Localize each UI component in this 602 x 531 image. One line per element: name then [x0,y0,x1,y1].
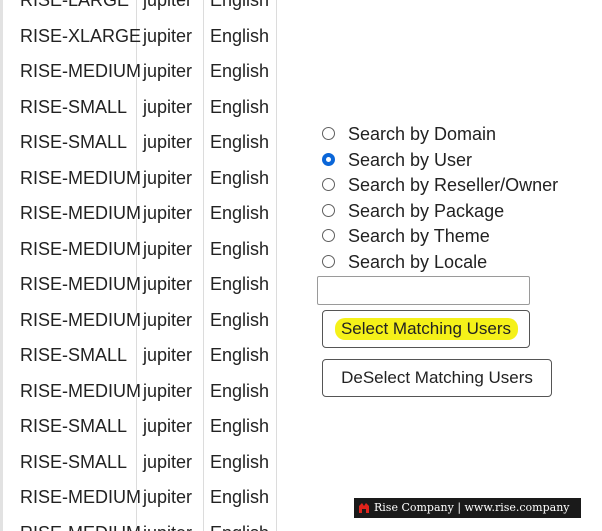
table-row: RISE-SMALL jupiter English [3,125,277,161]
select-matching-users-button[interactable]: Select Matching Users [322,310,530,348]
search-option[interactable]: Search by Package [322,199,582,225]
watermark: Rise Company | www.rise.company [354,498,581,518]
theme-cell: jupiter [143,96,193,117]
radio-button[interactable] [322,203,335,217]
table-row: RISE-MEDIUMjupiter English [3,480,277,516]
table-row: RISE-MEDIUMjupiter English [3,54,277,90]
search-input[interactable] [317,276,530,305]
theme-cell: jupiter [143,487,193,507]
package-cell: RISE-MEDIUM [20,167,141,188]
locale-cell: English [210,416,270,436]
deselect-matching-users-button[interactable]: DeSelect Matching Users [322,359,552,397]
theme-cell: jupiter [143,516,192,531]
package-cell: RISE-MEDIUM [20,380,141,401]
package-cell: RISE-MEDIUM [20,203,141,223]
radio-button[interactable] [322,127,335,140]
locale-cell: English [210,380,270,401]
table-row: RISE-MEDIUMjupiter English [3,196,277,232]
table-row: RISE-SMALL jupiter English [3,409,277,445]
package-cell: RISE-MEDIUM [20,274,141,294]
locale-cell: English [210,203,270,223]
theme-cell: jupiter [143,238,193,259]
locale-cell: English [210,167,270,188]
locale-cell: English [210,487,270,507]
theme-cell: jupiter [143,309,193,330]
table-row: RISE-MEDIUMjupiter English [3,232,277,268]
locale-cell: English [210,132,270,152]
locale-cell: English [210,274,270,294]
package-cell: RISE-MEDIUM [20,309,141,330]
theme-cell: jupiter [143,167,193,188]
search-options: Search by Domain Search by User Search by … [322,122,582,275]
theme-cell: jupiter [143,345,193,365]
package-cell: RISE-SMALL [20,132,128,152]
table-row: RISE-SMALL jupiter English [3,445,277,481]
radio-button[interactable] [322,254,335,268]
theme-cell: jupiter [143,451,193,472]
theme-cell: jupiter [143,25,193,46]
package-cell: RISE-LARGE [20,0,130,10]
search-option-label: Search by User [348,149,473,170]
page: RISE-LARGE jupiter English RISE-XLARGE jupit… [0,0,602,531]
package-cell: RISE-SMALL [20,416,128,436]
locale-cell: English [210,238,270,259]
package-cell: RISE-MEDIUM [20,61,141,81]
search-option-label: Search by Theme [348,226,490,246]
theme-cell: jupiter [143,274,193,294]
package-cell: RISE-SMALL [20,345,128,365]
theme-cell: jupiter [143,132,193,152]
table-row: RISE-XLARGE jupiter English [3,19,277,55]
radio-button[interactable] [322,229,335,242]
search-option[interactable]: Search by User [322,148,582,174]
table-row: RISE-SMALL jupiter English [3,90,277,126]
users-table: RISE-LARGE jupiter English RISE-XLARGE jupit… [0,0,277,531]
locale-cell: English [210,309,270,330]
search-option[interactable]: Search by Locale [322,250,582,276]
search-option-label: Search by Package [348,200,505,221]
table-row: RISE-LARGE jupiter English [3,0,277,19]
search-form: Search by Domain Search by User Search by … [322,122,582,275]
package-cell: RISE-MEDIUM [20,516,141,531]
package-cell: RISE-SMALL [20,451,128,472]
table-row: RISE-MEDIUMjupiter English [3,161,277,197]
locale-cell: English [210,96,270,117]
radio-button[interactable] [322,178,335,191]
search-option[interactable]: Search by Domain [322,122,582,148]
radio-button[interactable] [322,152,335,166]
theme-cell: jupiter [143,203,193,223]
package-cell: RISE-XLARGE [20,25,142,46]
locale-cell: English [210,451,270,472]
theme-cell: jupiter [143,61,193,81]
watermark-text: Rise Company | www.rise.company [374,501,570,514]
table-row: RISE-MEDIUMjupiter English [3,267,277,303]
package-cell: RISE-SMALL [20,96,128,117]
select-matching-users-label: Select Matching Users [340,319,512,338]
search-option-label: Search by Reseller/Owner [348,175,559,195]
locale-cell: English [210,345,270,365]
locale-cell: English [210,516,269,531]
package-cell: RISE-MEDIUM [20,238,141,259]
search-option[interactable]: Search by Reseller/Owner [322,173,582,199]
locale-cell: English [210,25,270,46]
table-row: RISE-MEDIUMjupiter English [3,374,277,410]
package-cell: RISE-MEDIUM [20,487,141,507]
locale-cell: English [210,0,270,10]
table-row: RISE-MEDIUMjupiter English [3,303,277,339]
search-option[interactable]: Search by Theme [322,224,582,250]
theme-cell: jupiter [143,0,193,10]
deselect-matching-users-label: DeSelect Matching Users [341,368,533,387]
rise-logo-icon [359,503,369,513]
table-row: RISE-MEDIUMjupiter English [3,516,277,531]
locale-cell: English [210,61,270,81]
theme-cell: jupiter [143,416,193,436]
table-row: RISE-SMALL jupiter English [3,338,277,374]
search-option-label: Search by Locale [348,251,488,272]
theme-cell: jupiter [143,380,193,401]
search-option-label: Search by Domain [348,124,497,144]
